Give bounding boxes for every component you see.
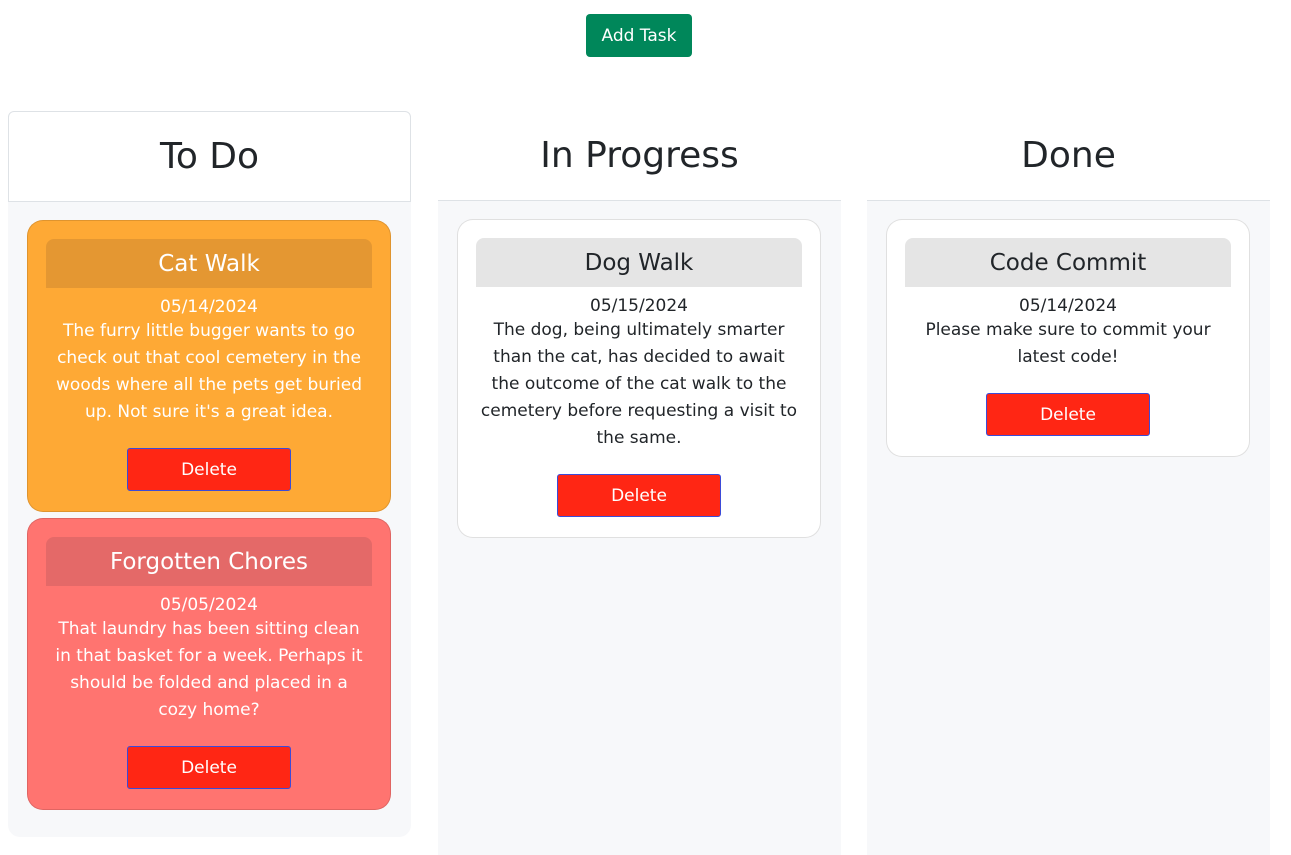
task-title: Dog Walk [476, 238, 802, 287]
task-due-date: 05/14/2024 [160, 297, 258, 317]
task-due-date: 05/15/2024 [590, 296, 688, 316]
task-due-date: 05/14/2024 [1019, 296, 1117, 316]
task-title: Code Commit [905, 238, 1231, 287]
task-description: Please make sure to commit your latest c… [925, 320, 1211, 367]
delete-button[interactable]: Delete [127, 746, 291, 789]
task-description: That laundry has been sitting clean in t… [55, 619, 363, 720]
lane-title-todo: To Do [8, 111, 411, 202]
task-description: The furry little bugger wants to go chec… [56, 321, 362, 422]
task-title: Forgotten Chores [46, 537, 372, 586]
lane-body-in-progress: Dog Walk 05/15/2024 The dog, being ultim… [438, 201, 841, 556]
lane-body-done: Code Commit 05/14/2024 Please make sure … [867, 201, 1270, 475]
lane-body-todo: Cat Walk 05/14/2024 The furry little bug… [8, 202, 411, 828]
task-title: Cat Walk [46, 239, 372, 288]
lane-todo: To Do Cat Walk 05/14/2024 The furry litt… [8, 111, 411, 837]
delete-button[interactable]: Delete [986, 393, 1150, 436]
lane-done: Done Code Commit 05/14/2024 Please make … [867, 111, 1270, 855]
delete-button[interactable]: Delete [127, 448, 291, 491]
lane-in-progress: In Progress Dog Walk 05/15/2024 The dog,… [438, 111, 841, 855]
task-card[interactable]: Dog Walk 05/15/2024 The dog, being ultim… [457, 219, 821, 538]
lane-title-in-progress: In Progress [438, 111, 841, 201]
task-card[interactable]: Code Commit 05/14/2024 Please make sure … [886, 219, 1250, 457]
lane-title-done: Done [867, 111, 1270, 201]
task-due-date: 05/05/2024 [160, 595, 258, 615]
task-description: The dog, being ultimately smarter than t… [480, 320, 798, 448]
add-task-button[interactable]: Add Task [586, 14, 692, 57]
task-card[interactable]: Forgotten Chores 05/05/2024 That laundry… [27, 518, 391, 810]
task-card[interactable]: Cat Walk 05/14/2024 The furry little bug… [27, 220, 391, 512]
delete-button[interactable]: Delete [557, 474, 721, 517]
